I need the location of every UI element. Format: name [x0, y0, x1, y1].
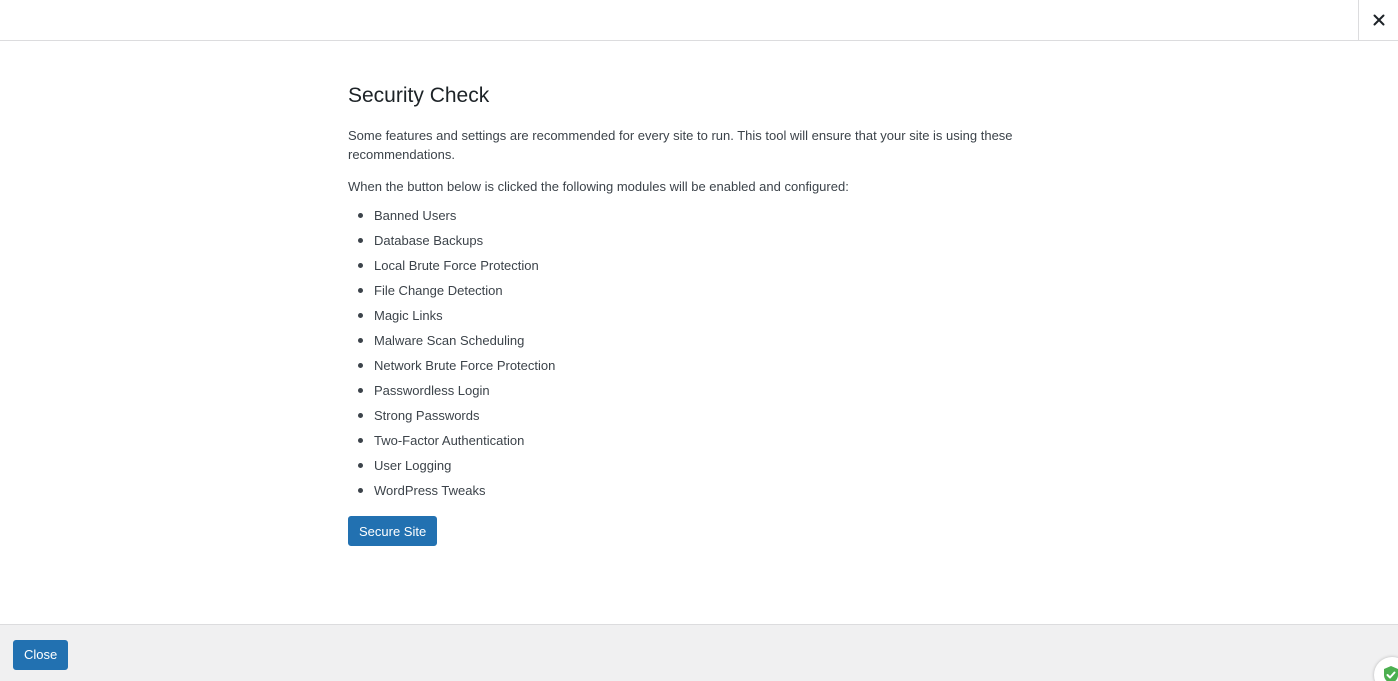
module-label: Local Brute Force Protection [374, 258, 539, 273]
bullet-icon [358, 488, 363, 493]
list-item: Database Backups [348, 231, 1028, 256]
list-item: Strong Passwords [348, 406, 1028, 431]
bullet-icon [358, 288, 363, 293]
bullet-icon [358, 463, 363, 468]
list-item: File Change Detection [348, 281, 1028, 306]
close-x-icon[interactable] [1358, 0, 1398, 40]
module-label: Database Backups [374, 233, 484, 248]
secure-site-button[interactable]: Secure Site [348, 516, 438, 546]
list-item: Network Brute Force Protection [348, 356, 1028, 381]
modal-content: Security Check Some features and setting… [348, 80, 1028, 546]
bullet-icon [358, 438, 363, 443]
module-label: Malware Scan Scheduling [374, 333, 525, 348]
list-item: Local Brute Force Protection [348, 256, 1028, 281]
module-label: Magic Links [374, 308, 443, 323]
list-item: User Logging [348, 456, 1028, 481]
bullet-icon [358, 363, 363, 368]
modal-header [0, 0, 1398, 41]
list-item: Malware Scan Scheduling [348, 331, 1028, 356]
module-label: Banned Users [374, 208, 457, 223]
bullet-icon [358, 313, 363, 318]
module-label: WordPress Tweaks [374, 483, 486, 498]
list-item: Magic Links [348, 306, 1028, 331]
intro-text: Some features and settings are recommend… [348, 128, 1013, 162]
module-label: Strong Passwords [374, 408, 480, 423]
modal-footer: Close [0, 624, 1398, 681]
lead-text: When the button below is clicked the fol… [348, 179, 849, 194]
list-item: Passwordless Login [348, 381, 1028, 406]
page-title: Security Check [348, 84, 490, 107]
bullet-icon [358, 238, 363, 243]
bullet-icon [358, 388, 363, 393]
list-item: WordPress Tweaks [348, 481, 1028, 506]
module-label: File Change Detection [374, 283, 503, 298]
module-label: Two-Factor Authentication [374, 433, 525, 448]
module-label: Network Brute Force Protection [374, 358, 556, 373]
module-label: Passwordless Login [374, 383, 490, 398]
bullet-icon [358, 413, 363, 418]
bullet-icon [358, 213, 363, 218]
module-label: User Logging [374, 458, 452, 473]
shield-check-icon[interactable] [1374, 657, 1398, 681]
security-check-modal: Security Check Some features and setting… [0, 0, 1398, 681]
close-button[interactable]: Close [13, 640, 69, 670]
list-item: Two-Factor Authentication [348, 431, 1028, 456]
modules-list: Banned Users Database Backups Local Brut… [348, 206, 1028, 506]
list-item: Banned Users [348, 206, 1028, 231]
bullet-icon [358, 338, 363, 343]
bullet-icon [358, 263, 363, 268]
